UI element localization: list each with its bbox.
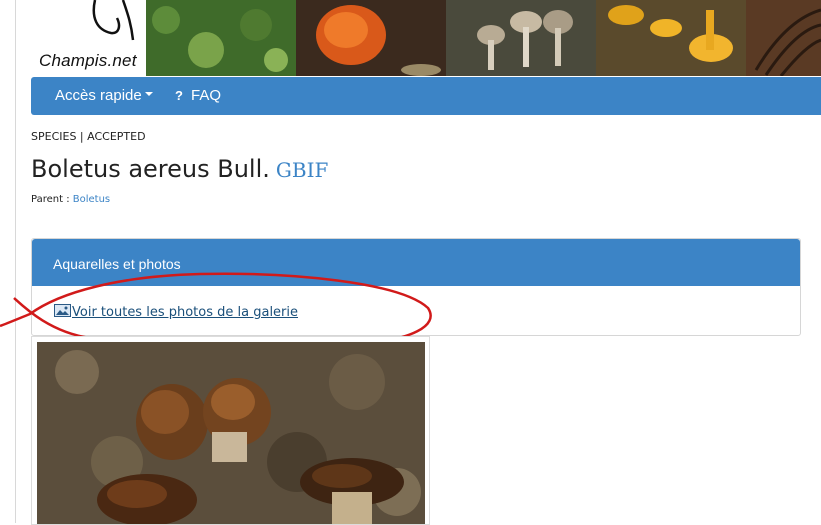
gallery-link[interactable]: Voir toutes les photos de la galerie	[54, 304, 299, 320]
rank-status: SPECIES | ACCEPTED	[31, 130, 146, 143]
mushroom-photo[interactable]	[31, 336, 430, 525]
panel-heading: Aquarelles et photos	[32, 239, 800, 286]
mushroom-logo-icon	[92, 0, 135, 41]
quick-access-dropdown[interactable]: Accès rapide	[55, 77, 153, 115]
logo-text: Champis.net	[39, 51, 137, 70]
parent-label: Parent :	[31, 194, 70, 205]
page-left-border	[15, 0, 16, 523]
taxon-name: Boletus aereus Bull.	[31, 155, 270, 183]
parent-line: Parent : Boletus	[31, 194, 110, 205]
header-banner	[146, 0, 821, 76]
quick-access-label: Accès rapide	[55, 87, 142, 104]
main-navbar: Accès rapide ? FAQ	[31, 77, 821, 115]
parent-link[interactable]: Boletus	[73, 194, 110, 205]
image-icon	[54, 304, 71, 317]
faq-label: FAQ	[191, 87, 222, 104]
boletus-photo-image	[37, 342, 425, 524]
faq-link[interactable]: ? FAQ	[173, 77, 221, 115]
caret-down-icon	[144, 92, 153, 97]
gallery-link-label: Voir toutes les photos de la galerie	[72, 305, 299, 320]
photos-panel: Aquarelles et photos Voir toutes les pho…	[31, 238, 801, 336]
question-icon: ?	[175, 88, 183, 103]
gbif-link[interactable]: GBIF	[276, 158, 328, 182]
panel-heading-label: Aquarelles et photos	[53, 256, 181, 272]
page-title: Boletus aereus Bull. GBIF	[31, 155, 328, 183]
site-logo[interactable]: Champis.net	[31, 0, 146, 76]
